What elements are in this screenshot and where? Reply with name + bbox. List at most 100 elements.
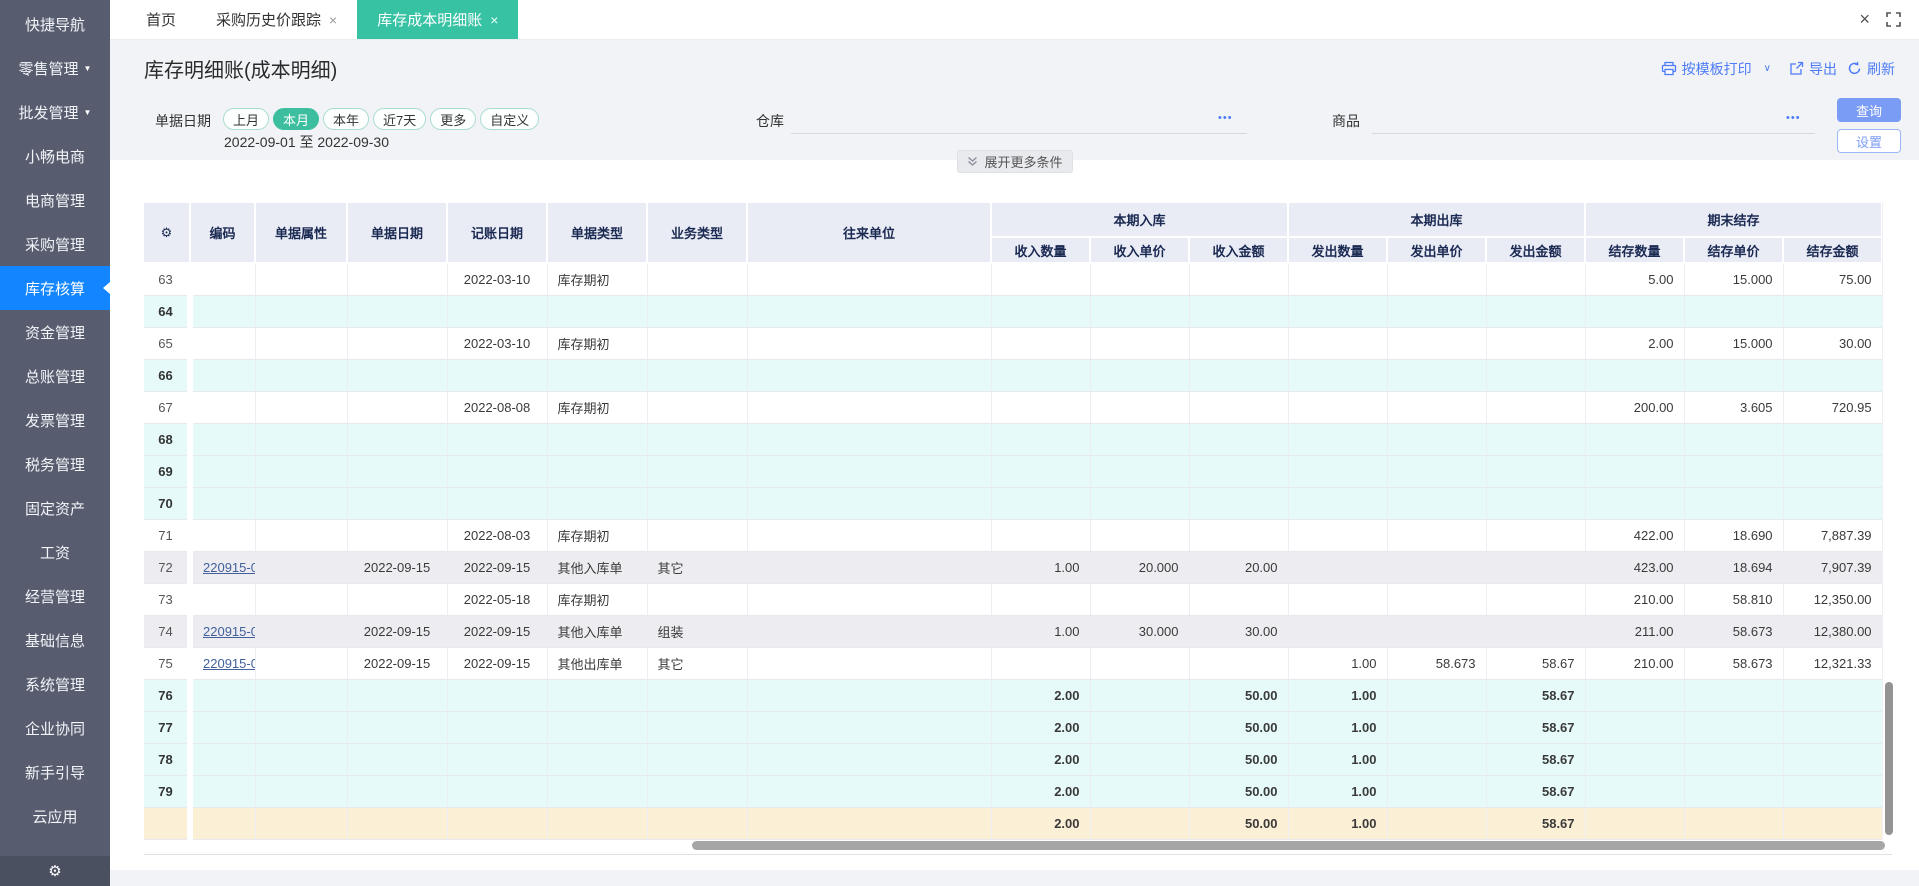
tab-close-icon[interactable]: ×: [329, 12, 337, 28]
sidebar-item-资金管理[interactable]: 资金管理: [0, 310, 110, 354]
document-code-link[interactable]: 220915-0: [203, 624, 254, 639]
chevron-down-icon[interactable]: ∨: [1764, 63, 1771, 74]
sidebar-item-云应用[interactable]: 云应用: [0, 794, 110, 838]
table-row[interactable]: 63 2022-03-10 库存期初 5.00 15.000 75.00: [144, 263, 1883, 296]
date-option-本年[interactable]: 本年: [323, 108, 370, 130]
sidebar-item-label: 经营管理: [24, 588, 85, 606]
table-row[interactable]: 66: [144, 359, 1883, 392]
table-row[interactable]: 76 2.00 50.00 1.00 58.67: [144, 679, 1883, 712]
sidebar-item-新手引导[interactable]: 新手引导: [0, 750, 110, 794]
table-row[interactable]: 68: [144, 423, 1883, 456]
settings-button[interactable]: 设置: [1837, 129, 1901, 153]
cell-inAmt: [1189, 359, 1289, 392]
product-picker-ellipsis-icon[interactable]: •••: [1786, 112, 1801, 124]
sidebar-item-电商管理[interactable]: 电商管理: [0, 178, 110, 222]
document-code-link[interactable]: 220915-0: [203, 560, 254, 575]
warehouse-picker-ellipsis-icon[interactable]: •••: [1218, 112, 1233, 124]
close-icon[interactable]: ×: [1859, 9, 1870, 30]
tab-首页[interactable]: 首页: [126, 0, 196, 39]
expand-label: 展开更多条件: [984, 155, 1063, 170]
column-header-收入金额[interactable]: 收入金额: [1189, 237, 1290, 264]
tab-采购历史价跟踪[interactable]: 采购历史价跟踪 ×: [196, 0, 357, 39]
date-option-更多[interactable]: 更多: [430, 108, 477, 130]
export-button[interactable]: 导出: [1789, 59, 1837, 79]
table-row[interactable]: 64: [144, 295, 1883, 328]
sidebar-item-固定资产[interactable]: 固定资产: [0, 486, 110, 530]
date-option-上月[interactable]: 上月: [223, 108, 270, 130]
sidebar-item-工资[interactable]: 工资: [0, 530, 110, 574]
date-range-value[interactable]: 2022-09-01 至 2022-09-30: [224, 132, 389, 152]
cell-num: [144, 807, 193, 840]
sidebar-item-库存核算[interactable]: 库存核算: [0, 266, 110, 310]
cell-outPrice: [1387, 391, 1487, 424]
cell-attr: [255, 263, 348, 296]
sidebar-item-基础信息[interactable]: 基础信息: [0, 618, 110, 662]
column-header-单据属性[interactable]: 单据属性: [255, 203, 348, 264]
sidebar-item-发票管理[interactable]: 发票管理: [0, 398, 110, 442]
column-header-结存数量[interactable]: 结存数量: [1585, 237, 1686, 264]
table-row[interactable]: 78 2.00 50.00 1.00 58.67: [144, 743, 1883, 776]
table-row[interactable]: 67 2022-08-08 库存期初 200.00 3.605 720.95: [144, 391, 1883, 424]
table-row[interactable]: 70: [144, 487, 1883, 520]
cell-outAmt: [1486, 615, 1586, 648]
sidebar-item-企业协同[interactable]: 企业协同: [0, 706, 110, 750]
warehouse-input[interactable]: [791, 110, 1247, 134]
table-row[interactable]: 65 2022-03-10 库存期初 2.00 15.000 30.00: [144, 327, 1883, 360]
tab-库存成本明细账[interactable]: 库存成本明细账 ×: [357, 0, 519, 39]
sidebar-item-税务管理[interactable]: 税务管理: [0, 442, 110, 486]
column-header-收入数量[interactable]: 收入数量: [991, 237, 1091, 264]
table-row[interactable]: 73 2022-05-18 库存期初 210.00 58.810 12,350.00: [144, 583, 1883, 616]
sidebar-item-label: 快捷导航: [24, 16, 85, 34]
table-row[interactable]: 72 220915-0 2022-09-15 2022-09-15 其他入库单 其它 1.0…: [144, 551, 1883, 584]
column-header-发出金额[interactable]: 发出金额: [1486, 237, 1587, 264]
sidebar-item-批发管理[interactable]: 批发管理 ▼: [0, 90, 110, 134]
column-header-发出单价[interactable]: 发出单价: [1387, 237, 1488, 264]
table-row[interactable]: 71 2022-08-03 库存期初 422.00 18.690 7,887.39: [144, 519, 1883, 552]
cell-inPrice: [1090, 583, 1190, 616]
table-row[interactable]: 2.00 50.00 1.00 58.67: [144, 807, 1883, 840]
expand-more-filters-button[interactable]: 展开更多条件: [957, 150, 1073, 173]
sidebar-item-采购管理[interactable]: 采购管理: [0, 222, 110, 266]
sidebar-item-零售管理[interactable]: 零售管理 ▼: [0, 46, 110, 90]
sidebar-item-快捷导航[interactable]: 快捷导航: [0, 2, 110, 46]
sidebar-item-总账管理[interactable]: 总账管理: [0, 354, 110, 398]
tab-close-icon[interactable]: ×: [490, 12, 498, 28]
sidebar-settings-button[interactable]: ⚙: [0, 856, 110, 886]
cell-inQty: 2.00: [991, 807, 1091, 840]
table-row[interactable]: 75 220915-0 2022-09-15 2022-09-15 其他出库单 其它 1.0…: [144, 647, 1883, 680]
search-button[interactable]: 查询: [1837, 98, 1901, 122]
date-option-近7天[interactable]: 近7天: [373, 108, 427, 130]
tabs: 首页 采购历史价跟踪 × 库存成本明细账 ×: [126, 0, 519, 39]
table-row[interactable]: 77 2.00 50.00 1.00 58.67: [144, 711, 1883, 744]
sidebar-item-经营管理[interactable]: 经营管理: [0, 574, 110, 618]
horizontal-scrollbar-thumb[interactable]: [692, 841, 1885, 850]
product-input[interactable]: [1372, 110, 1815, 134]
vertical-scrollbar-thumb[interactable]: [1885, 682, 1893, 835]
column-header-发出数量[interactable]: 发出数量: [1288, 237, 1389, 264]
sidebar-item-系统管理[interactable]: 系统管理: [0, 662, 110, 706]
date-option-自定义[interactable]: 自定义: [480, 108, 540, 130]
table-row[interactable]: 74 220915-0 2022-09-15 2022-09-15 其他入库单 组装 1.0…: [144, 615, 1883, 648]
column-header-单据日期[interactable]: 单据日期: [347, 203, 448, 264]
refresh-button[interactable]: 刷新: [1847, 59, 1895, 79]
column-header-记账日期[interactable]: 记账日期: [447, 203, 548, 264]
column-header-业务类型[interactable]: 业务类型: [647, 203, 748, 264]
cell-inAmt: 50.00: [1189, 807, 1289, 840]
document-code-link[interactable]: 220915-0: [203, 656, 254, 671]
cell-bookDate: [447, 743, 548, 776]
column-header-结存单价[interactable]: 结存单价: [1684, 237, 1785, 264]
table-row[interactable]: 79 2.00 50.00 1.00 58.67: [144, 775, 1883, 808]
column-settings-gear-icon[interactable]: ⚙: [144, 203, 191, 264]
column-header-单据类型[interactable]: 单据类型: [547, 203, 648, 264]
cell-balAmt: 12,380.00: [1783, 615, 1883, 648]
sidebar-item-小畅电商[interactable]: 小畅电商: [0, 134, 110, 178]
table-row[interactable]: 69: [144, 455, 1883, 488]
column-header-编码[interactable]: 编码: [190, 203, 256, 264]
date-option-本月[interactable]: 本月: [273, 108, 320, 130]
cell-balAmt: [1783, 487, 1883, 520]
column-header-收入单价[interactable]: 收入单价: [1090, 237, 1190, 264]
print-by-template-button[interactable]: 按模板打印: [1661, 59, 1752, 79]
column-header-结存金额[interactable]: 结存金额: [1783, 237, 1884, 264]
fullscreen-icon[interactable]: [1886, 12, 1901, 27]
column-header-往来单位[interactable]: 往来单位: [747, 203, 992, 264]
